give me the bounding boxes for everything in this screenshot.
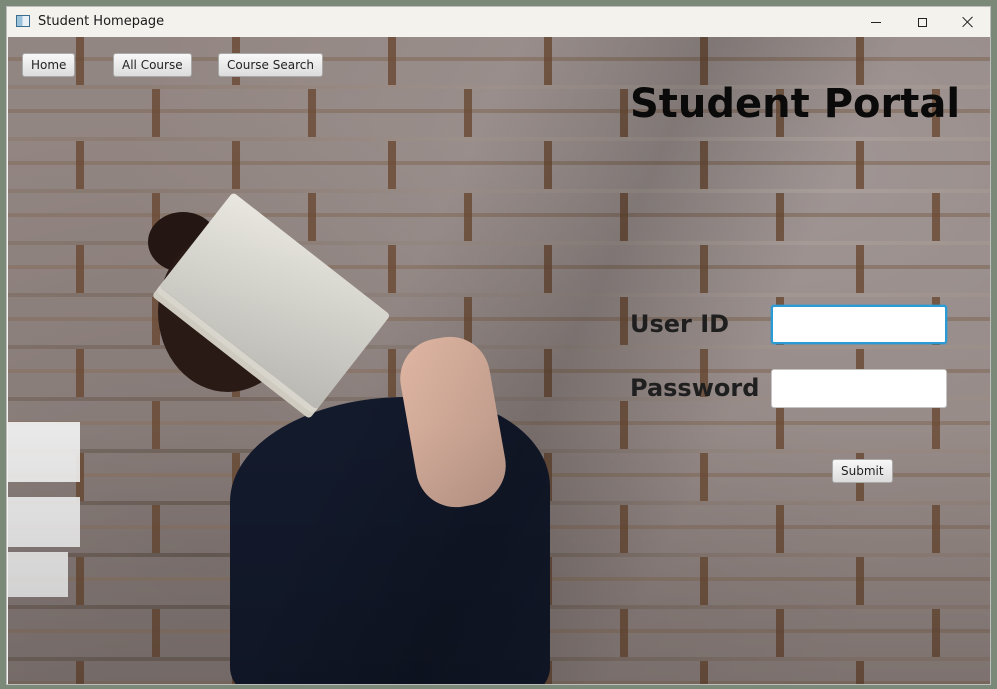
window-title: Student Homepage bbox=[38, 14, 165, 29]
user-id-label: User ID bbox=[630, 310, 730, 338]
password-label: Password bbox=[630, 374, 760, 402]
course-search-button[interactable]: Course Search bbox=[218, 53, 323, 77]
page-title: Student Portal bbox=[630, 81, 961, 127]
minimize-icon bbox=[871, 21, 881, 23]
close-button[interactable] bbox=[945, 7, 990, 37]
password-field[interactable] bbox=[771, 369, 947, 408]
submit-button[interactable]: Submit bbox=[832, 459, 893, 483]
maximize-button[interactable] bbox=[899, 7, 945, 37]
home-button[interactable]: Home bbox=[22, 53, 76, 77]
minimize-button[interactable] bbox=[853, 7, 899, 37]
photo-shading bbox=[8, 37, 990, 684]
app-window-icon bbox=[16, 15, 30, 27]
app-window: Student Homepage Home All Course Course … bbox=[6, 6, 991, 685]
user-id-field[interactable] bbox=[771, 305, 947, 344]
title-bar[interactable]: Student Homepage bbox=[7, 7, 990, 37]
all-course-button[interactable]: All Course bbox=[113, 53, 192, 77]
background-photo: Home All Course Course Search Student Po… bbox=[8, 37, 990, 684]
maximize-icon bbox=[917, 17, 927, 27]
close-icon bbox=[962, 16, 974, 28]
